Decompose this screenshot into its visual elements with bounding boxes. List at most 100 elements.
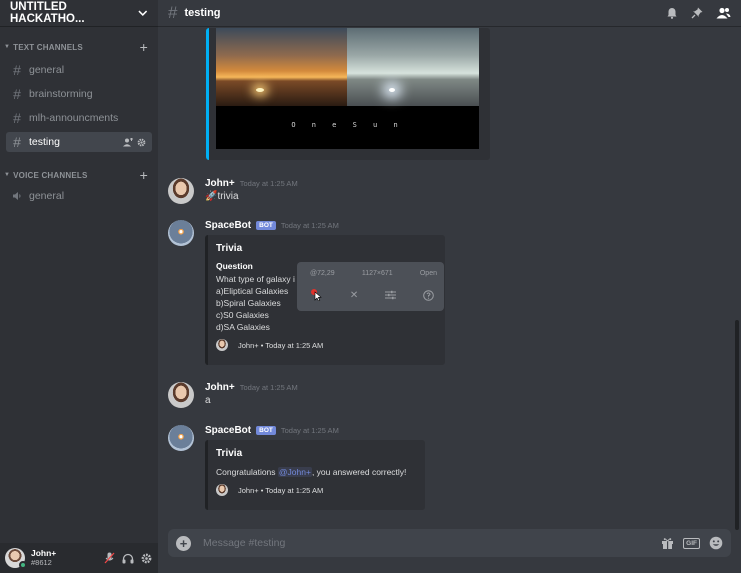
channel-label: general [29, 190, 65, 202]
footer-avatar [216, 339, 228, 351]
footer-avatar [216, 484, 228, 496]
author-name-text: John+ [205, 382, 235, 393]
channel-label: mlh-announcments [29, 112, 119, 124]
avatar[interactable] [168, 220, 194, 246]
congrats-embed: Trivia Congratulations @John+, you answe… [205, 440, 425, 510]
user-tag: #8612 [31, 557, 52, 567]
pin-icon[interactable] [691, 7, 703, 19]
user-info: John+ #8612 [31, 549, 104, 567]
timestamp: Today at 1:25 AM [280, 221, 339, 230]
avatar[interactable] [168, 382, 194, 408]
voice-channel-general[interactable]: general [6, 186, 152, 206]
timestamp: Today at 1:25 AM [239, 383, 298, 392]
sliders-icon[interactable] [385, 290, 397, 300]
author-name[interactable]: SpaceBot [205, 425, 251, 436]
user-mention[interactable]: @John+ [277, 467, 312, 477]
channel-label: general [29, 64, 65, 76]
gear-icon[interactable] [141, 553, 152, 564]
open-label: Open [419, 270, 437, 277]
chat-main: # testing O n e S u n John+ Today at 1:2… [158, 0, 741, 573]
message-text: 🚀trivia [205, 191, 239, 202]
embed-description: Congratulations @John+, you answered cor… [216, 466, 417, 478]
timestamp: Today at 1:25 AM [239, 179, 298, 188]
coords-readout: @72,29 [310, 270, 335, 277]
size-readout: 1127×671 [361, 270, 393, 277]
author-name[interactable]: John+ [205, 382, 235, 393]
author-name[interactable]: SpaceBot [205, 220, 251, 231]
message-spacebot-question: SpaceBot BOT Today at 1:25 AM Trivia Que… [168, 220, 731, 370]
channel-brainstorming[interactable]: # brainstorming [6, 84, 152, 104]
channel-topbar: # testing [158, 0, 741, 27]
message-text-content: trivia [217, 191, 239, 202]
channel-general[interactable]: # general [6, 60, 152, 80]
emoji-icon[interactable] [709, 536, 723, 550]
gear-icon[interactable] [137, 138, 146, 147]
hash-icon: # [13, 86, 21, 102]
category-chevron-icon: ▼ [4, 44, 11, 50]
invite-icon[interactable] [123, 137, 133, 147]
description-text: , you answered correctly! [311, 467, 407, 477]
category-voice-channels[interactable]: ▼ VOICE CHANNELS + [0, 168, 158, 182]
chevron-down-icon [138, 10, 148, 16]
embed-title: Trivia [216, 448, 243, 459]
embed-footer: John+ • Today at 1:25 AM [216, 339, 437, 351]
footer-text: John+ • Today at 1:25 AM [238, 485, 324, 495]
channel-testing[interactable]: # testing [6, 132, 152, 152]
timestamp: Today at 1:25 AM [280, 426, 339, 435]
open-button[interactable]: Open [420, 270, 437, 277]
cursor-pointer-icon [311, 289, 322, 301]
embedded-image[interactable]: O n e S u n [216, 28, 479, 149]
channel-label: brainstorming [29, 88, 93, 100]
avatar[interactable] [168, 178, 194, 204]
message-list: O n e S u n John+ Today at 1:25 AM 🚀triv… [158, 28, 741, 525]
discord-app: UNTITLED HACKATHO... ▼ TEXT CHANNELS + # g… [0, 0, 741, 573]
close-icon[interactable]: ✕ [350, 290, 358, 301]
sunrise-photo [347, 28, 479, 106]
hash-icon: # [13, 62, 21, 78]
add-channel-icon[interactable]: + [140, 40, 148, 54]
gif-button[interactable]: GIF [683, 537, 700, 549]
online-status-dot [19, 561, 27, 569]
category-chevron-icon: ▼ [4, 172, 11, 178]
image-caption: O n e S u n [291, 121, 404, 129]
message-spacebot-congrats: SpaceBot BOT Today at 1:25 AM Trivia Con… [168, 425, 731, 515]
message-composer: + GIF [168, 529, 731, 557]
channel-title: testing [184, 7, 221, 19]
upload-plus-button[interactable]: + [176, 535, 191, 551]
avatar[interactable] [5, 548, 27, 569]
category-label: VOICE CHANNELS [13, 170, 88, 180]
speaker-icon [13, 192, 21, 200]
members-icon[interactable] [716, 7, 731, 19]
channel-label: testing [29, 136, 60, 148]
footer-text: John+ • Today at 1:25 AM [238, 340, 324, 350]
message-john-trivia: John+ Today at 1:25 AM 🚀trivia [168, 178, 731, 210]
server-header[interactable]: UNTITLED HACKATHO... [0, 0, 158, 27]
description-text: Congratulations [216, 467, 278, 477]
channel-sidebar: UNTITLED HACKATHO... ▼ TEXT CHANNELS + # g… [0, 0, 158, 573]
embed-title: Trivia [216, 243, 243, 254]
headphones-icon[interactable] [122, 553, 134, 564]
category-text-channels[interactable]: ▼ TEXT CHANNELS + [0, 40, 158, 54]
gift-icon[interactable] [661, 537, 674, 549]
mention-text: @John+ [278, 467, 311, 477]
image-embed: O n e S u n [206, 28, 490, 160]
help-icon[interactable] [423, 289, 434, 301]
embed-footer: John+ • Today at 1:25 AM [216, 484, 417, 496]
bell-icon[interactable] [666, 7, 678, 19]
category-label: TEXT CHANNELS [13, 42, 83, 52]
author-name-text: John+ [205, 178, 235, 189]
user-panel: John+ #8612 [0, 543, 158, 573]
scrollbar-thumb[interactable] [735, 320, 739, 530]
message-john-answer: John+ Today at 1:25 AM a [168, 382, 731, 414]
username-text: John+ [31, 548, 57, 559]
avatar[interactable] [168, 425, 194, 451]
hash-icon: # [168, 3, 178, 22]
message-input[interactable] [203, 537, 662, 549]
channel-mlh-announcments[interactable]: # mlh-announcments [6, 108, 152, 128]
mic-muted-icon[interactable] [104, 552, 115, 564]
author-name[interactable]: John+ [205, 178, 235, 189]
image-message: O n e S u n [168, 28, 731, 162]
message-text: a [205, 395, 211, 406]
hash-icon: # [13, 134, 21, 150]
add-channel-icon[interactable]: + [140, 168, 148, 182]
